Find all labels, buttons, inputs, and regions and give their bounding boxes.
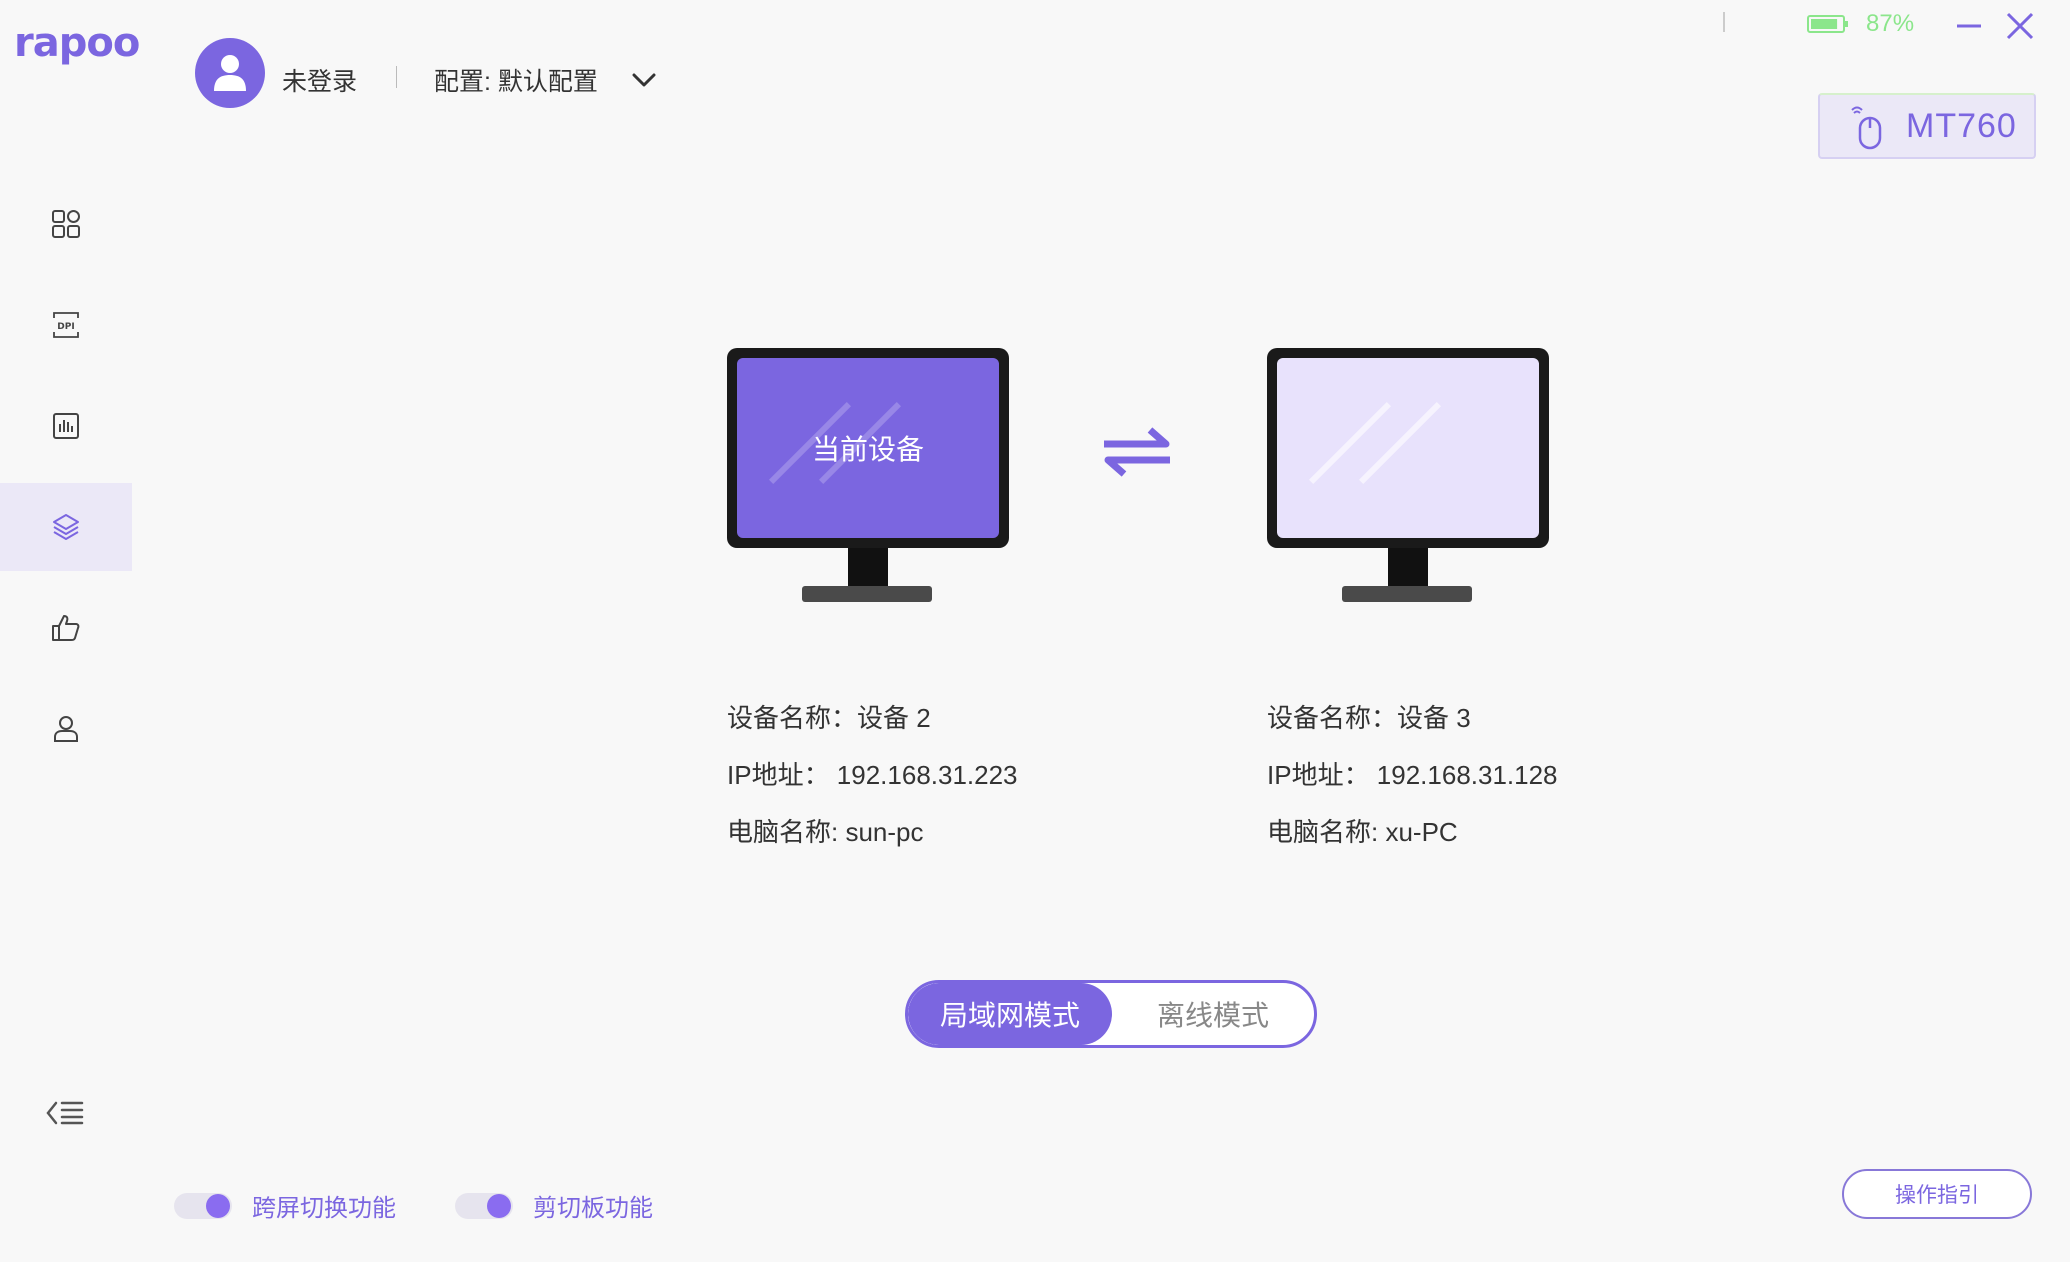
monitor-neck bbox=[848, 548, 888, 588]
operation-guide-button[interactable]: 操作指引 bbox=[1842, 1169, 2032, 1219]
sidebar: DPI bbox=[0, 180, 132, 786]
clipboard-switch-row[interactable]: 剪切板功能 bbox=[455, 1188, 653, 1223]
monitor-base bbox=[802, 586, 932, 602]
sidebar-item-home[interactable] bbox=[0, 180, 132, 268]
remote-device-name: 设备名称：设备 3 bbox=[1267, 703, 1471, 733]
monitor-screen bbox=[1277, 358, 1539, 538]
sidebar-item-cross-screen[interactable] bbox=[0, 483, 132, 571]
config-selector[interactable]: 配置: 默认配置 bbox=[434, 62, 598, 98]
device-name: MT760 bbox=[1906, 106, 2017, 145]
sidebar-item-account[interactable] bbox=[0, 685, 132, 773]
grid-icon bbox=[52, 210, 80, 238]
monitor-frame bbox=[1267, 348, 1549, 548]
sidebar-item-recommend[interactable] bbox=[0, 584, 132, 672]
sidebar-item-dpi[interactable]: DPI bbox=[0, 281, 132, 369]
monitor-screen: 当前设备 bbox=[737, 358, 999, 538]
rapoo-logo: rapoo bbox=[14, 20, 140, 66]
screen-glare bbox=[1358, 401, 1442, 485]
cross-screen-toggle[interactable] bbox=[174, 1192, 232, 1219]
remote-device-monitor[interactable] bbox=[1267, 348, 1549, 604]
collapse-menu-icon[interactable] bbox=[44, 1095, 86, 1131]
cross-screen-label: 跨屏切换功能 bbox=[252, 1195, 396, 1222]
wireless-mouse-icon bbox=[1851, 106, 1882, 150]
current-device-monitor[interactable]: 当前设备 bbox=[727, 348, 1009, 604]
mode-toggle: 局域网模式 离线模式 bbox=[905, 980, 1317, 1048]
sidebar-item-stats[interactable] bbox=[0, 382, 132, 470]
clipboard-label: 剪切板功能 bbox=[533, 1195, 653, 1222]
login-status[interactable]: 未登录 bbox=[282, 62, 357, 98]
current-device-pc-name: 电脑名称: sun-pc bbox=[727, 817, 924, 847]
chevron-down-icon[interactable] bbox=[630, 70, 658, 90]
monitor-frame: 当前设备 bbox=[727, 348, 1009, 548]
clipboard-toggle[interactable] bbox=[455, 1192, 513, 1219]
thumbs-up-icon bbox=[52, 615, 80, 641]
layers-icon bbox=[53, 514, 79, 540]
remote-device-ip: IP地址： 192.168.31.128 bbox=[1267, 760, 1558, 790]
lan-mode-option[interactable]: 局域网模式 bbox=[908, 983, 1112, 1045]
header-divider bbox=[396, 66, 397, 88]
titlebar-divider bbox=[1723, 12, 1725, 32]
minimize-button[interactable] bbox=[1955, 12, 1983, 40]
screen-glare bbox=[1308, 401, 1392, 485]
svg-text:DPI: DPI bbox=[57, 322, 74, 332]
battery-icon bbox=[1807, 15, 1848, 33]
avatar[interactable] bbox=[195, 38, 265, 108]
user-avatar-icon bbox=[214, 55, 246, 91]
current-device-ip: IP地址： 192.168.31.223 bbox=[727, 760, 1018, 790]
device-badge[interactable]: MT760 bbox=[1818, 93, 2036, 159]
toggle-knob bbox=[206, 1193, 230, 1218]
current-device-label: 当前设备 bbox=[811, 434, 924, 465]
monitor-neck bbox=[1388, 548, 1428, 588]
bar-chart-icon bbox=[53, 413, 79, 439]
remote-device-pc-name: 电脑名称: xu-PC bbox=[1267, 817, 1458, 847]
user-icon bbox=[54, 716, 78, 742]
close-button[interactable] bbox=[2004, 10, 2036, 42]
dpi-icon: DPI bbox=[53, 312, 79, 338]
current-device-name: 设备名称：设备 2 bbox=[727, 703, 931, 733]
battery-percent: 87% bbox=[1866, 10, 1915, 37]
monitor-base bbox=[1342, 586, 1472, 602]
cross-screen-switch-row[interactable]: 跨屏切换功能 bbox=[174, 1188, 396, 1223]
swap-arrows-icon[interactable] bbox=[1100, 422, 1174, 482]
toggle-knob bbox=[487, 1193, 511, 1218]
offline-mode-option[interactable]: 离线模式 bbox=[1112, 983, 1314, 1045]
